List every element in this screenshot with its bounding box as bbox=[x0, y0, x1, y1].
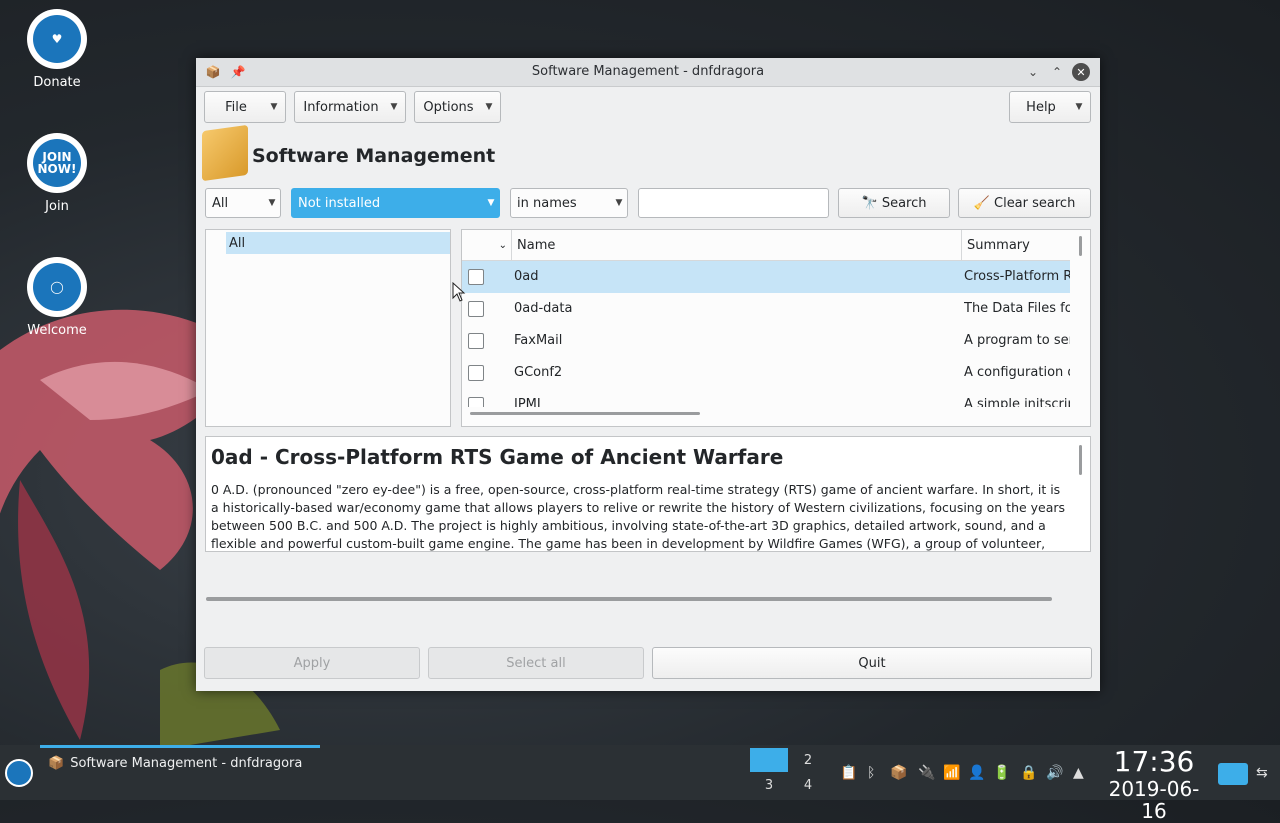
group-filter-select[interactable]: All ▼ bbox=[205, 188, 281, 218]
select-checkbox[interactable] bbox=[468, 269, 484, 285]
binoculars-icon: 🔭 bbox=[861, 195, 878, 211]
select-checkbox[interactable] bbox=[468, 333, 484, 349]
broom-icon: 🧹 bbox=[973, 195, 990, 211]
description-title: 0ad - Cross-Platform RTS Game of Ancient… bbox=[211, 445, 784, 469]
taskbar-task-dnfdragora[interactable]: 📦 Software Management - dnfdragora bbox=[40, 745, 320, 778]
app-launcher-icon[interactable] bbox=[5, 759, 33, 787]
app-logo-icon bbox=[202, 124, 248, 182]
minimize-icon[interactable]: ⌄ bbox=[1024, 63, 1042, 81]
apply-button[interactable]: Apply bbox=[204, 647, 420, 679]
close-icon[interactable]: ✕ bbox=[1072, 63, 1090, 81]
pager-desktop-4[interactable]: 4 bbox=[789, 773, 827, 797]
heart-icon: ♥ bbox=[33, 15, 81, 63]
options-menu-button[interactable]: Options ▼ bbox=[414, 91, 501, 123]
chevron-down-icon: ▼ bbox=[270, 102, 278, 112]
search-button[interactable]: 🔭 Search bbox=[838, 188, 950, 218]
digital-clock[interactable]: 17:36 2019-06-16 bbox=[1096, 746, 1212, 823]
dnfdragora-window: 📦 📌 Software Management - dnfdragora ⌄ ⌃… bbox=[196, 58, 1100, 691]
table-row[interactable]: FaxMail A program to sen bbox=[462, 325, 1070, 357]
openmandriva-logo-icon: ◯ bbox=[33, 263, 81, 311]
horizontal-scrollbar[interactable] bbox=[206, 597, 1052, 601]
table-row[interactable]: IPMI A simple initscript bbox=[462, 389, 1070, 407]
volume-icon[interactable]: 🔊 bbox=[1046, 765, 1063, 781]
pager-desktop-1[interactable]: 1 bbox=[750, 748, 788, 772]
select-checkbox[interactable] bbox=[468, 397, 484, 407]
search-field-select[interactable]: in names ▼ bbox=[510, 188, 628, 218]
package-description: 0ad - Cross-Platform RTS Game of Ancient… bbox=[205, 436, 1091, 552]
page-title: Software Management bbox=[252, 145, 496, 167]
tree-item-all[interactable]: All bbox=[226, 232, 450, 254]
desktop-icon-welcome[interactable]: ◯ Welcome bbox=[17, 257, 97, 338]
file-menu-button[interactable]: File ▼ bbox=[204, 91, 286, 123]
chevron-down-icon: ▼ bbox=[615, 198, 623, 208]
virtual-desktop-pager: 1 2 3 4 bbox=[750, 748, 828, 798]
window-title: Software Management - dnfdragora bbox=[531, 64, 765, 79]
chevron-down-icon: ▼ bbox=[485, 102, 493, 112]
group-tree: All bbox=[205, 229, 451, 427]
battery-icon[interactable]: 🔋 bbox=[993, 765, 1010, 781]
expand-tray-icon[interactable]: ▲ bbox=[1073, 765, 1084, 781]
chevron-down-icon: ▼ bbox=[268, 198, 276, 208]
information-menu-button[interactable]: Information ▼ bbox=[294, 91, 406, 123]
status-filter-select[interactable]: Not installed ▼ bbox=[291, 188, 500, 218]
chevron-down-icon: ▼ bbox=[390, 102, 398, 112]
package-table: ⌄ Name Summary 0ad Cross-Platform RT 0ad… bbox=[461, 229, 1091, 427]
mouse-cursor bbox=[452, 282, 466, 302]
pager-desktop-3[interactable]: 3 bbox=[750, 773, 788, 797]
summary-column-header[interactable]: Summary bbox=[961, 230, 1072, 260]
chevron-down-icon: ⌄ bbox=[498, 239, 507, 251]
lock-icon[interactable]: 🔒 bbox=[1020, 765, 1037, 781]
title-bar[interactable]: 📦 📌 Software Management - dnfdragora ⌄ ⌃… bbox=[196, 58, 1100, 87]
table-header: ⌄ Name Summary bbox=[462, 230, 1070, 261]
select-checkbox[interactable] bbox=[468, 301, 484, 317]
select-checkbox[interactable] bbox=[468, 365, 484, 381]
trash-folder-icon[interactable] bbox=[1218, 763, 1248, 785]
wifi-icon[interactable]: 📶 bbox=[943, 765, 960, 781]
user-switch-icon[interactable]: 👤 bbox=[968, 765, 985, 781]
app-package-icon: 📦 bbox=[48, 755, 65, 771]
select-all-button[interactable]: Select all bbox=[428, 647, 644, 679]
vertical-scrollbar[interactable] bbox=[1079, 236, 1082, 256]
name-column-header[interactable]: Name bbox=[511, 230, 961, 260]
vertical-scrollbar[interactable] bbox=[1079, 445, 1082, 475]
description-body: 0 A.D. (pronounced "zero ey-dee") is a f… bbox=[211, 482, 1066, 551]
table-row[interactable]: 0ad-data The Data Files for bbox=[462, 293, 1070, 325]
updates-package-icon[interactable]: 📦 bbox=[890, 765, 907, 781]
clear-search-button[interactable]: 🧹 Clear search bbox=[958, 188, 1091, 218]
quit-button[interactable]: Quit bbox=[652, 647, 1092, 679]
desktop-icon-donate[interactable]: ♥ Donate bbox=[17, 9, 97, 90]
taskbar: 📦 Software Management - dnfdragora 1 2 3… bbox=[0, 745, 1280, 822]
bluetooth-icon[interactable]: ᛒ bbox=[867, 765, 875, 781]
search-input[interactable] bbox=[638, 188, 829, 218]
chevron-down-icon: ▼ bbox=[487, 198, 495, 208]
panel-settings-icon[interactable]: ⇆ bbox=[1256, 765, 1268, 781]
table-row[interactable]: 0ad Cross-Platform RT bbox=[462, 261, 1070, 293]
help-menu-button[interactable]: Help ▼ bbox=[1009, 91, 1091, 123]
horizontal-scrollbar[interactable] bbox=[470, 412, 700, 415]
select-column-header[interactable]: ⌄ bbox=[462, 230, 511, 260]
clipboard-icon[interactable]: 📋 bbox=[840, 765, 857, 781]
join-now-icon: JOIN NOW! bbox=[33, 139, 81, 187]
usb-device-icon[interactable]: 🔌 bbox=[918, 765, 935, 781]
maximize-icon[interactable]: ⌃ bbox=[1048, 63, 1066, 81]
desktop-icon-join[interactable]: JOIN NOW! Join bbox=[17, 133, 97, 214]
chevron-down-icon: ▼ bbox=[1075, 102, 1083, 112]
pager-desktop-2[interactable]: 2 bbox=[789, 748, 827, 772]
table-row[interactable]: GConf2 A configuration d bbox=[462, 357, 1070, 389]
